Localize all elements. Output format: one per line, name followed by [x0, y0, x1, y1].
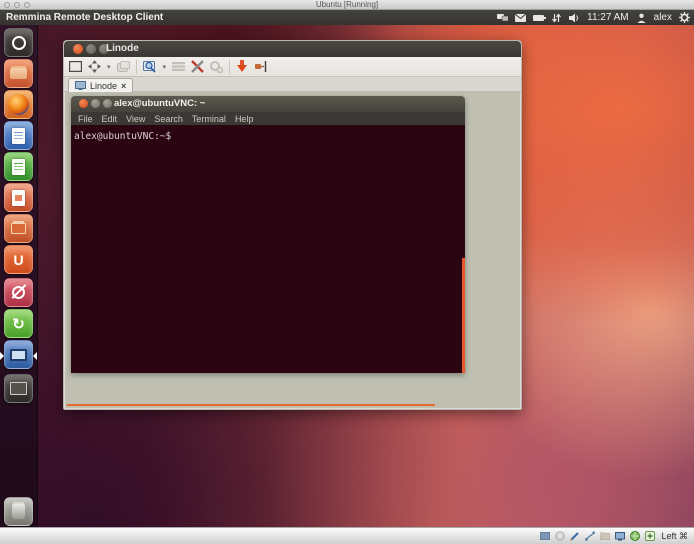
remmina-toolbar: ▾ ▾ — [64, 57, 521, 77]
toolbar-separator — [136, 60, 137, 74]
tab-linode[interactable]: Linode × — [68, 78, 133, 92]
terminal-menubar: File Edit View Search Terminal Help — [71, 112, 465, 125]
display-icon[interactable] — [614, 531, 625, 542]
vnc-redraw-artifact-vertical — [462, 258, 465, 373]
vnc-viewport[interactable]: alex@ubuntuVNC: ~ File Edit View Search … — [65, 92, 520, 408]
remote-screen-icon — [75, 81, 86, 90]
panel-app-title[interactable]: Remmina Remote Desktop Client — [6, 10, 163, 25]
ubuntu-top-panel: Remmina Remote Desktop Client 11:27 AM a… — [0, 10, 694, 25]
fullscreen-icon[interactable] — [69, 61, 82, 72]
software-center-icon[interactable] — [4, 214, 33, 243]
toolbar-separator — [229, 60, 230, 74]
shared-folder-icon[interactable] — [599, 531, 610, 542]
menu-search[interactable]: Search — [154, 114, 183, 124]
libreoffice-writer-icon[interactable] — [4, 121, 33, 150]
window-close-button[interactable] — [73, 44, 83, 54]
command-key-icon: ⌘ — [679, 531, 688, 541]
grab-keyboard-icon[interactable] — [117, 61, 130, 72]
tab-close-icon[interactable]: × — [121, 81, 126, 91]
unity-launcher: U ↻ — [0, 25, 38, 527]
workspace-switcher-icon[interactable] — [4, 374, 33, 403]
preferences-icon[interactable] — [191, 60, 204, 73]
network-icon[interactable] — [497, 12, 508, 23]
ubuntu-one-icon[interactable]: U — [4, 245, 33, 274]
running-indicator — [33, 352, 37, 360]
hdd-icon[interactable] — [539, 531, 550, 542]
vm-window-title: Ubuntu [Running] — [0, 0, 694, 10]
terminal-body[interactable]: alex@ubuntuVNC:~$ — [71, 125, 465, 373]
clock[interactable]: 11:27 AM — [587, 12, 629, 23]
screenshot-icon[interactable] — [172, 62, 185, 71]
network-icon[interactable] — [629, 531, 640, 542]
menu-view[interactable]: View — [126, 114, 145, 124]
home-folder-icon[interactable] — [4, 59, 33, 88]
sync-arrows-icon[interactable] — [551, 12, 562, 23]
vnc-redraw-artifact-horizontal — [67, 404, 435, 406]
host-key-indicator: Left ⌘ — [661, 531, 688, 542]
menu-terminal[interactable]: Terminal — [192, 114, 226, 124]
battery-icon[interactable] — [533, 15, 544, 21]
session-username[interactable]: alex — [654, 12, 672, 23]
scale-icon[interactable] — [88, 60, 101, 73]
vm-window-titlebar: Ubuntu [Running] — [0, 0, 694, 10]
menu-edit[interactable]: Edit — [102, 114, 118, 124]
user-icon — [636, 12, 647, 23]
terminal-prompt: alex@ubuntuVNC:~$ — [74, 131, 171, 142]
pencil-icon[interactable] — [569, 531, 580, 542]
zoom-icon[interactable] — [143, 60, 157, 73]
close-connection-icon[interactable] — [254, 60, 267, 73]
remmina-window-title: Linode — [106, 41, 139, 57]
zoom-dropdown-icon[interactable]: ▾ — [163, 63, 167, 71]
dash-home-icon[interactable] — [4, 28, 33, 57]
remmina-window: Linode ▾ ▾ — [63, 40, 522, 410]
terminal-maximize-button[interactable] — [103, 99, 112, 108]
features-plus-icon[interactable] — [644, 531, 655, 542]
remmina-titlebar[interactable]: Linode — [64, 41, 521, 57]
system-settings-icon[interactable] — [4, 278, 33, 307]
terminal-titlebar[interactable]: alex@ubuntuVNC: ~ — [71, 96, 465, 112]
optical-disc-icon[interactable] — [554, 531, 565, 542]
menu-file[interactable]: File — [78, 114, 93, 124]
scale-dropdown-icon[interactable]: ▾ — [107, 63, 111, 71]
software-updater-icon[interactable]: ↻ — [4, 309, 33, 338]
window-minimize-button[interactable] — [86, 44, 96, 54]
tools-icon[interactable] — [210, 61, 223, 73]
usb-icon[interactable] — [584, 531, 595, 542]
virtualbox-statusbar: Left ⌘ — [0, 527, 694, 544]
remmina-tabstrip: Linode × — [64, 77, 521, 92]
volume-icon[interactable] — [569, 12, 580, 23]
libreoffice-calc-icon[interactable] — [4, 152, 33, 181]
disconnect-icon[interactable] — [236, 60, 248, 73]
terminal-title: alex@ubuntuVNC: ~ — [114, 96, 205, 112]
terminal-minimize-button[interactable] — [91, 99, 100, 108]
session-gear-icon[interactable] — [679, 12, 690, 23]
mail-icon[interactable] — [515, 12, 526, 23]
terminal-close-button[interactable] — [79, 99, 88, 108]
focused-indicator — [0, 352, 4, 360]
libreoffice-impress-icon[interactable] — [4, 183, 33, 212]
remote-terminal-window[interactable]: alex@ubuntuVNC: ~ File Edit View Search … — [71, 96, 465, 373]
firefox-icon[interactable] — [4, 90, 33, 119]
menu-help[interactable]: Help — [235, 114, 254, 124]
tab-label: Linode — [90, 81, 117, 91]
trash-icon[interactable] — [4, 497, 33, 526]
panel-indicators: 11:27 AM alex — [497, 10, 690, 25]
remmina-icon[interactable] — [4, 340, 33, 369]
